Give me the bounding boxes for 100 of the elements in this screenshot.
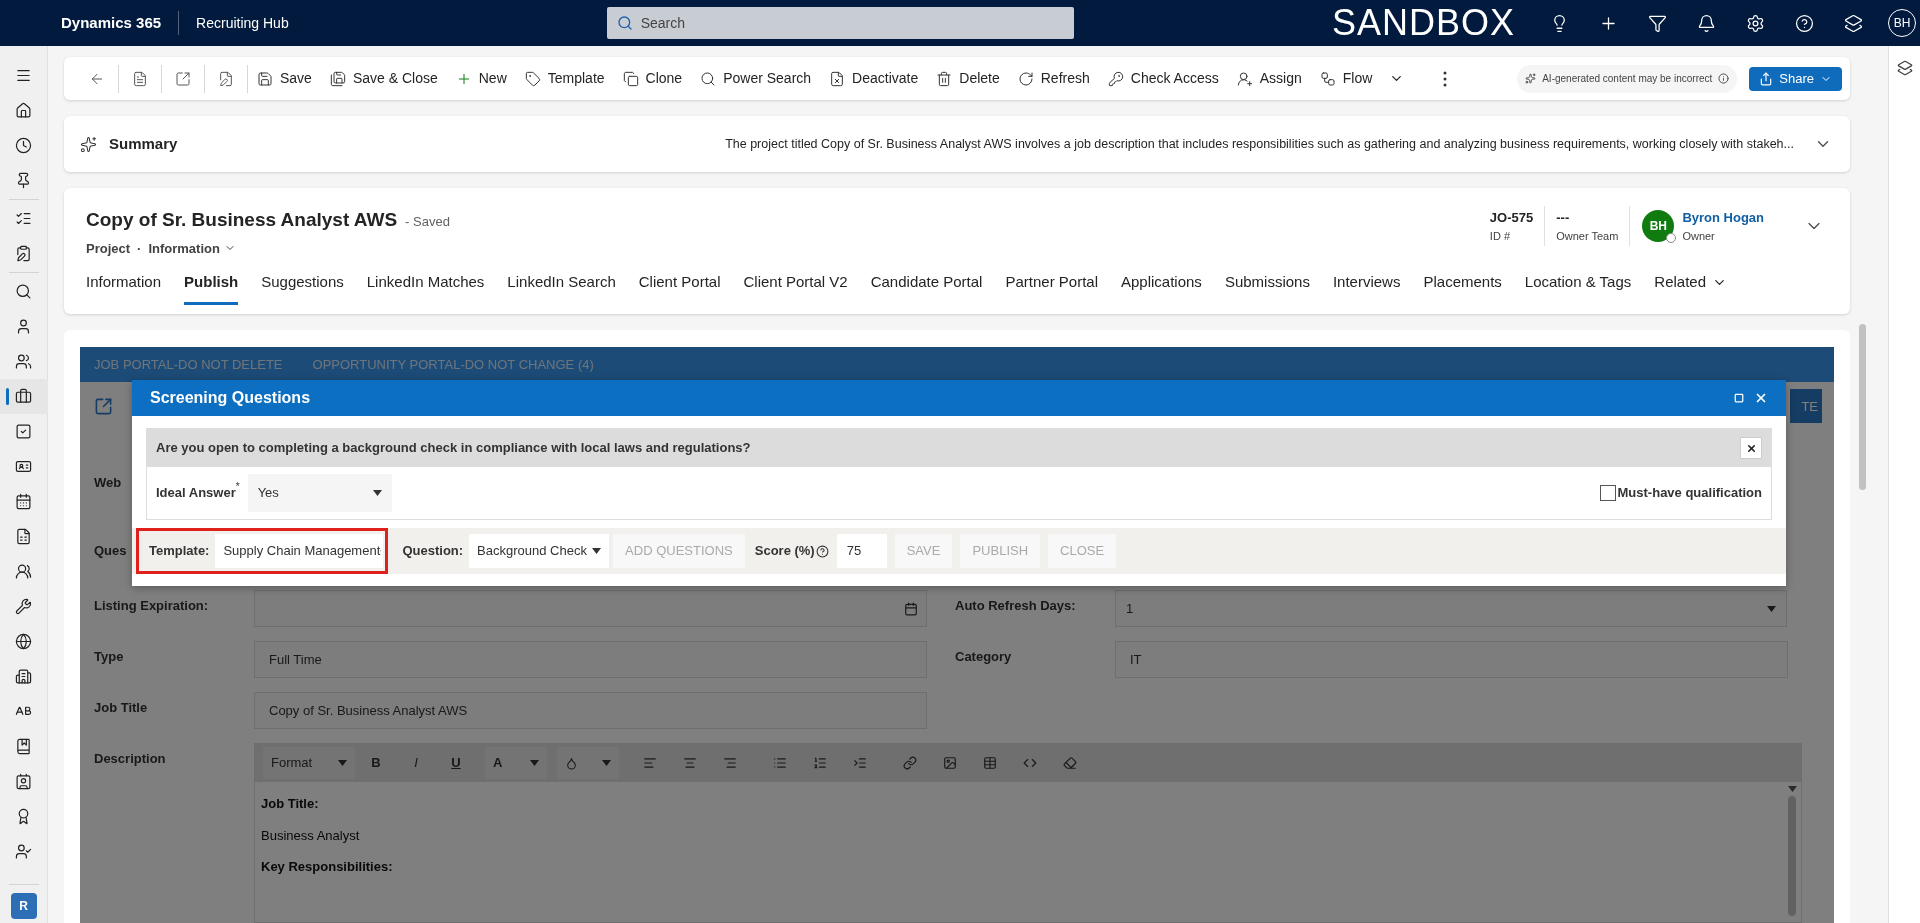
- command-button[interactable]: Check Access: [1099, 62, 1227, 95]
- search-icon: [700, 70, 717, 87]
- save-close-icon: [329, 70, 346, 87]
- score-label: Score (%): [754, 542, 815, 561]
- app-name[interactable]: Dynamics 365: [61, 11, 162, 35]
- sparkle-icon: [80, 135, 97, 153]
- text-field[interactable]: IT: [1115, 641, 1788, 678]
- close-icon[interactable]: [1754, 391, 1768, 405]
- external-link-icon[interactable]: [94, 396, 113, 416]
- record-tab[interactable]: Suggestions: [261, 271, 344, 305]
- record-tab[interactable]: Applications: [1121, 271, 1202, 305]
- entity-name: Project: [86, 239, 131, 258]
- maximize-icon[interactable]: [1734, 393, 1744, 403]
- form-selector[interactable]: Information: [148, 238, 236, 258]
- field-label: Listing Expiration:: [94, 597, 210, 615]
- page-scrollbar[interactable]: [1859, 324, 1866, 490]
- area-name[interactable]: Recruiting Hub: [196, 12, 289, 34]
- owner-avatar: BH: [1642, 210, 1675, 242]
- command-button[interactable]: Delete: [928, 62, 1008, 95]
- owner-label: Owner: [1682, 228, 1716, 244]
- flow-icon: [1319, 70, 1336, 87]
- editor-paragraph: Business Analyst: [261, 826, 361, 845]
- record-tab[interactable]: Partner Portal: [1005, 271, 1098, 305]
- record-tab[interactable]: Submissions: [1224, 271, 1310, 305]
- format-dropdown[interactable]: Format: [263, 747, 355, 779]
- record-tab[interactable]: Placements: [1423, 271, 1502, 305]
- book-icon: [15, 738, 32, 755]
- eraser-icon: [1063, 756, 1077, 770]
- layers-icon[interactable]: [1896, 60, 1913, 76]
- separator-dot: ·: [137, 239, 142, 258]
- command-button[interactable]: Template: [516, 62, 613, 95]
- format-button[interactable]: B: [357, 747, 395, 779]
- clock-icon: [15, 137, 32, 154]
- record-tab[interactable]: Candidate Portal: [870, 271, 983, 305]
- filter-icon[interactable]: [1648, 13, 1667, 33]
- help-icon[interactable]: [815, 544, 829, 558]
- record-tab[interactable]: Information: [86, 271, 162, 305]
- text-field[interactable]: Full Time: [254, 641, 927, 678]
- template-label: Template:: [149, 542, 210, 561]
- required-mark: *: [235, 480, 240, 492]
- share-button[interactable]: Share: [1749, 66, 1842, 91]
- building-icon: [15, 668, 32, 685]
- command-button[interactable]: Clone: [614, 62, 691, 95]
- color-button[interactable]: [557, 747, 619, 779]
- field-label: Web: [94, 474, 122, 492]
- command-button[interactable]: Deactivate: [821, 62, 927, 95]
- dialog-title: Screening Questions: [150, 388, 311, 408]
- score-field[interactable]: 75: [836, 534, 887, 568]
- layers-icon[interactable]: [1844, 13, 1863, 33]
- command-button[interactable]: Power Search: [692, 62, 820, 95]
- editor-paragraph: Job Title:: [261, 795, 320, 813]
- format-button[interactable]: U: [437, 747, 475, 779]
- record-tab[interactable]: LinkedIn Search: [507, 271, 616, 305]
- record-tab[interactable]: Interviews: [1332, 271, 1401, 305]
- select-field[interactable]: 1: [1115, 590, 1787, 627]
- align-right-icon: [723, 756, 737, 770]
- bell-icon[interactable]: [1697, 13, 1716, 33]
- record-tab[interactable]: LinkedIn Matches: [366, 271, 485, 305]
- record-tab[interactable]: Client Portal V2: [743, 271, 848, 305]
- sidebar-item[interactable]: [0, 379, 48, 414]
- remove-question-button[interactable]: [1740, 437, 1762, 459]
- area-badge[interactable]: R: [10, 893, 37, 919]
- note-icon: [218, 70, 234, 87]
- summary-title: Summary: [109, 133, 178, 154]
- command-button[interactable]: Flow: [1311, 62, 1413, 95]
- summary-text: The project titled Copy of Sr. Business Analyst AWS involves a job description that includes responsibilities such as gathering and analyzing business requirements, working closely with stakeh...: [725, 135, 1794, 153]
- command-button[interactable]: Refresh: [1009, 62, 1098, 95]
- command-button[interactable]: Save & Close: [321, 62, 446, 95]
- document-icon: [15, 528, 32, 545]
- link-icon: [903, 756, 917, 770]
- text-field[interactable]: Copy of Sr. Business Analyst AWS: [254, 692, 927, 729]
- command-button[interactable]: Assign: [1228, 62, 1310, 95]
- record-tab[interactable]: Client Portal: [638, 271, 721, 305]
- search-field[interactable]: Search: [606, 7, 1074, 39]
- rich-text-editor[interactable]: Format B I U A Job Title: Business Analyst Key Responsibilities:: [254, 743, 1802, 923]
- ideal-answer-select[interactable]: Yes: [247, 474, 392, 512]
- caret-icon: [592, 548, 602, 554]
- date-field[interactable]: [254, 590, 927, 627]
- settings-icon[interactable]: [1746, 13, 1765, 33]
- record-tab[interactable]: Location & Tags: [1524, 271, 1632, 305]
- user-check-icon: [15, 843, 32, 860]
- format-button[interactable]: I: [397, 747, 435, 779]
- question-text: Are you open to completing a background check in compliance with local laws and regulations?: [156, 439, 751, 458]
- question-select[interactable]: Background Check: [469, 534, 610, 568]
- format-button[interactable]: A: [485, 747, 547, 779]
- command-button[interactable]: Save: [249, 62, 320, 95]
- must-have-checkbox[interactable]: [1599, 485, 1616, 501]
- command-button[interactable]: New: [447, 62, 515, 95]
- ai-notice-text: AI-generated content may be incorrect: [1542, 72, 1713, 86]
- key-icon: [1107, 70, 1124, 87]
- editor-scrollbar[interactable]: [1787, 786, 1797, 916]
- owner-name[interactable]: Byron Hogan: [1682, 208, 1764, 228]
- record-tab[interactable]: Related: [1654, 271, 1727, 305]
- field-label: Job Title: [94, 699, 149, 717]
- template-select[interactable]: Supply Chain Management: [215, 534, 384, 568]
- record-tab[interactable]: Publish: [184, 271, 239, 305]
- search-icon: [15, 283, 32, 300]
- tag-icon: [524, 70, 541, 87]
- indent-icon: [853, 756, 867, 770]
- contact-card-icon: [15, 773, 32, 790]
